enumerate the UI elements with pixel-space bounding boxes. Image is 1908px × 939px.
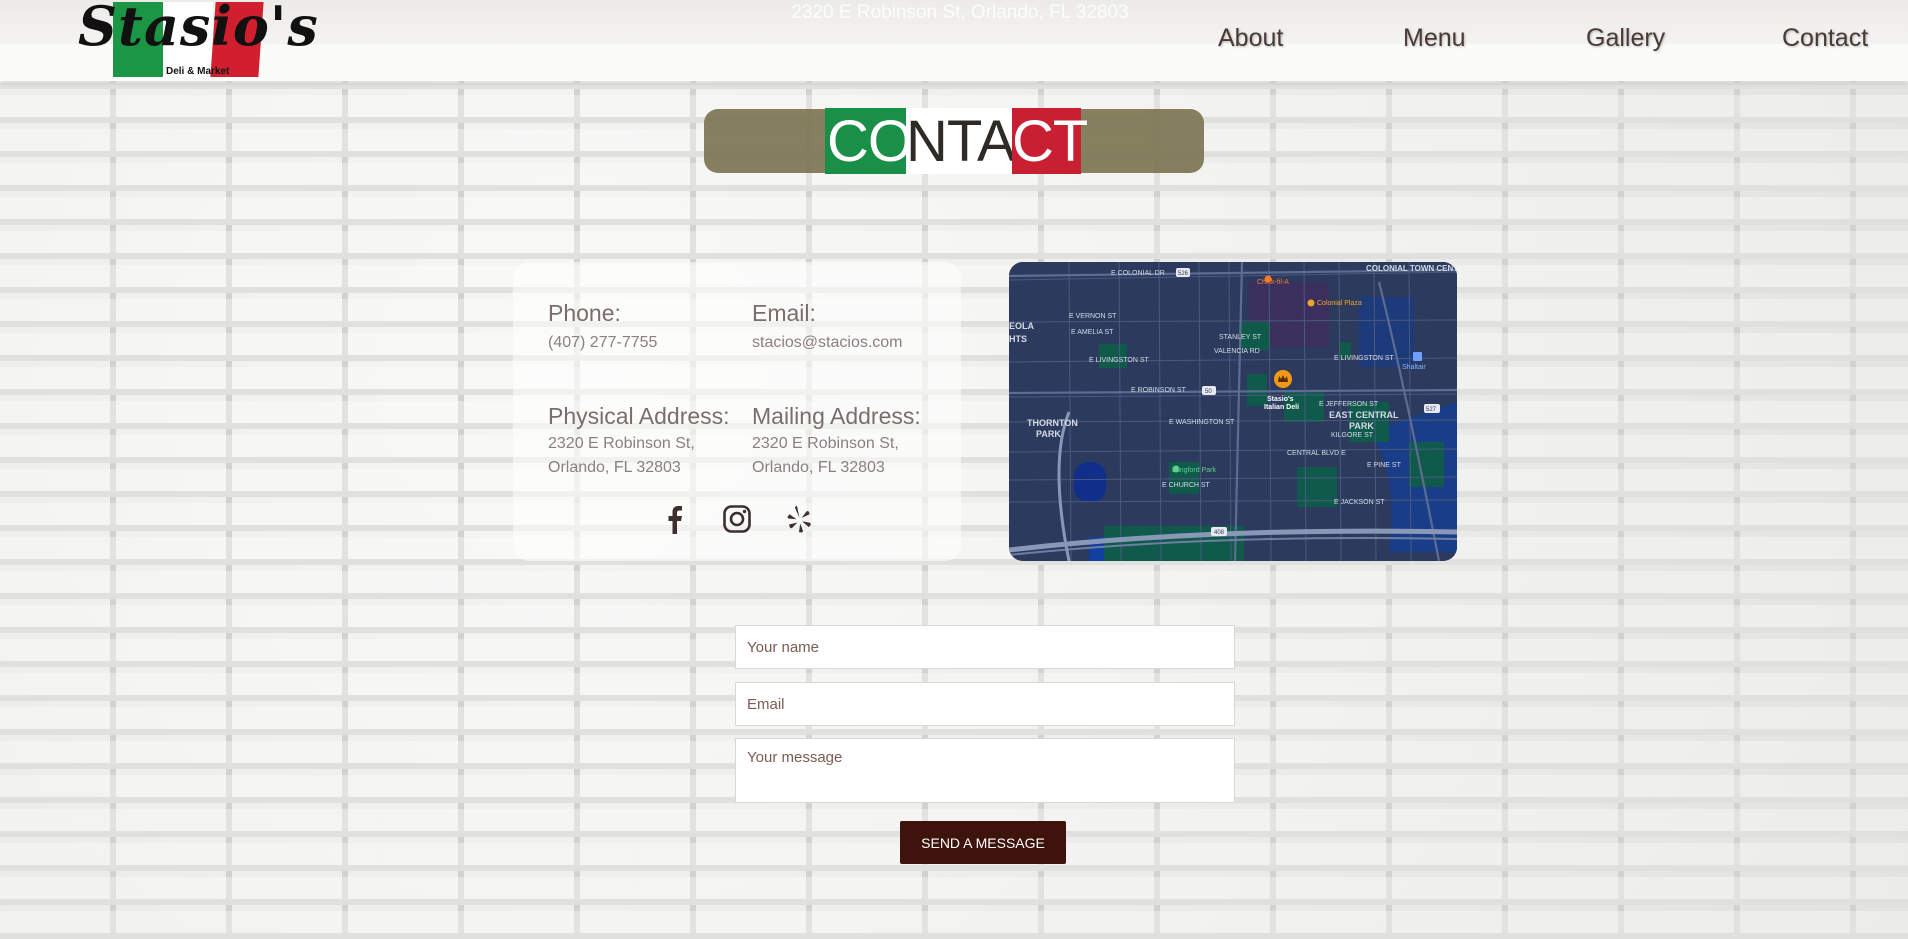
route-shield: 50 [1205,389,1212,395]
airport-marker [1413,352,1422,361]
nav-contact[interactable]: Contact [1782,24,1868,53]
map-label: E CHURCH ST [1162,482,1211,489]
map-label: E VERNON ST [1069,313,1117,320]
map-label: THORNTON [1027,418,1078,428]
map-label: VALENCIA RD [1214,348,1260,355]
route-shield: 526 [1178,271,1189,277]
map-label: PARK [1349,421,1374,431]
site-header: 2320 E Robinson St, Orlando, FL 32803 St… [0,0,1908,81]
phone-value[interactable]: (407) 277-7755 [548,331,657,355]
nav-gallery[interactable]: Gallery [1586,24,1665,53]
yelp-icon[interactable] [783,503,815,535]
title-green-segment: CO [825,108,913,174]
map-label: STANLEY ST [1219,334,1262,341]
title-white-segment: NTA [906,108,1016,174]
map-label: EAST CENTRAL [1329,410,1399,420]
map-label: COLONIAL TOWN CENTER [1366,264,1457,273]
logo-wordmark: Stasio's [78,0,319,58]
restaurant-pin-icon [1274,370,1292,388]
map-label: Shaltair [1402,364,1426,371]
map-label: E COLONIAL DR [1111,270,1165,277]
map-graphic: COLONIAL TOWN CENTER Chick-fil-A Colonia… [1009,262,1457,561]
route-shield: 527 [1426,407,1437,413]
map-label: Stasio's [1267,396,1294,403]
route-shield: 408 [1214,530,1225,536]
map-label: E LIVINGSTON ST [1089,357,1149,364]
title-red-segment: CT [1012,108,1088,174]
physical-address-line1: 2320 E Robinson St, [548,435,695,452]
map-label: E LIVINGSTON ST [1334,355,1394,362]
poi-marker [1307,299,1315,307]
map-label: Italian Deli [1264,404,1299,411]
email-label: Email: [752,300,816,326]
message-textarea[interactable] [735,738,1235,803]
mailing-address-line1: 2320 E Robinson St, [752,435,899,452]
email-input[interactable] [735,682,1235,726]
email-value[interactable]: stacios@stacios.com [752,331,903,355]
poi-marker [1264,275,1272,283]
nav-about[interactable]: About [1218,24,1283,53]
map-label: EOLA [1009,321,1035,331]
map-label: CENTRAL BLVD E [1287,450,1346,457]
map-label: E WASHINGTON ST [1169,419,1235,426]
map-label: E AMELIA ST [1071,329,1114,336]
map-label: Colonial Plaza [1317,300,1362,307]
map-label: HTS [1009,334,1027,344]
physical-address-label: Physical Address: [548,403,730,429]
poi-marker [1172,465,1180,473]
instagram-icon[interactable] [721,503,753,535]
map-label: PARK [1036,429,1061,439]
map-label: E JEFFERSON ST [1319,401,1379,408]
send-message-button[interactable]: SEND A MESSAGE [900,821,1066,864]
name-input[interactable] [735,625,1235,669]
map-label: Chick-fil-A [1257,279,1289,286]
mailing-address-line2: Orlando, FL 32803 [752,459,885,476]
map-label: E PINE ST [1367,462,1402,469]
map-label: KILGORE ST [1331,432,1374,439]
map-label: E JACKSON ST [1334,499,1385,506]
top-address: 2320 E Robinson St, Orlando, FL 32803 [791,2,1129,23]
map-label: E ROBINSON ST [1131,387,1187,394]
page-title: CO NTA CT [825,108,1088,174]
nav-menu[interactable]: Menu [1403,24,1466,53]
phone-label: Phone: [548,300,621,326]
logo-tagline: Deli & Market [166,66,230,77]
mailing-address-label: Mailing Address: [752,403,921,429]
physical-address-line2: Orlando, FL 32803 [548,459,681,476]
stasios-logo[interactable]: Stasio's Deli & Market [78,0,318,82]
facebook-icon[interactable] [659,503,691,535]
location-map[interactable]: COLONIAL TOWN CENTER Chick-fil-A Colonia… [1009,262,1457,561]
